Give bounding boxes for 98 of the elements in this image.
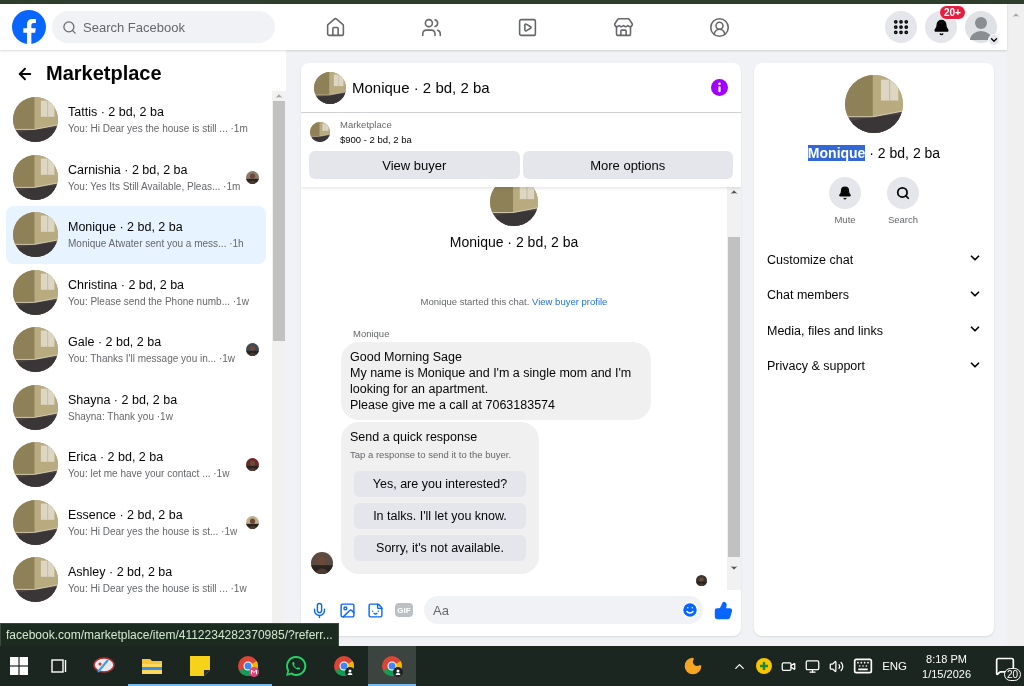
notification-badge: 20+: [939, 5, 966, 20]
plus-circle-icon[interactable]: [756, 658, 773, 674]
conversation-preview: You: Hi Dear yes the house is still ... ·1w: [68, 583, 248, 595]
video-icon: [516, 16, 538, 38]
account-button[interactable]: [965, 11, 997, 43]
conversation-title: Gale · 2 bd, 2 ba: [68, 335, 163, 350]
scrollbar[interactable]: [727, 187, 741, 590]
buyer-profile-link[interactable]: View buyer profile: [532, 296, 608, 307]
accordion-item[interactable]: Media, files and links: [754, 313, 994, 349]
conversation-item[interactable]: Shayna · 2 bd, 2 ba Shayna: Thank you ·1w: [6, 378, 266, 436]
like-icon[interactable]: [714, 600, 733, 620]
message-input[interactable]: Aa: [424, 596, 703, 624]
message-line: looking for an apartment.: [350, 381, 490, 397]
friends-icon: [420, 16, 442, 38]
facebook-logo[interactable]: [12, 10, 46, 44]
page-scrollbar[interactable]: [1007, 4, 1024, 646]
conversation-item[interactable]: Carnishia · 2 bd, 2 ba You: Yes Its Still Available, Pleas... ·1m: [6, 148, 266, 206]
taskbar-clock[interactable]: 8:18 PM 1/15/2026: [922, 652, 971, 680]
chrome-icon: [236, 654, 260, 678]
network-icon[interactable]: [805, 658, 821, 674]
conversation-preview: You: Hi Dear yes the house is st... ·1w: [68, 525, 236, 537]
bell-icon: [932, 18, 950, 36]
caret-icon: [989, 35, 999, 45]
action-button[interactable]: More options: [522, 151, 733, 179]
conversation-preview: Monique Atwater sent you a mess... ·1h: [68, 238, 245, 250]
notification-center-button[interactable]: 20: [986, 646, 1024, 686]
whatsapp-icon: [284, 654, 308, 678]
accordion-item[interactable]: Customize chat: [754, 242, 994, 278]
menu-button[interactable]: [885, 11, 917, 43]
conversation-title: Shayna · 2 bd, 2 ba: [68, 392, 179, 407]
group-icon: [708, 16, 730, 38]
listing-label: Marketplace: [340, 119, 393, 130]
chat-title: Monique · 2 bd, 2 ba: [352, 79, 491, 96]
conversation-item[interactable]: Gale · 2 bd, 2 ba You: Thanks I'll message you in... ·1w: [6, 321, 266, 379]
conversation-preview: You: let me have your contact ... ·1w: [68, 468, 231, 480]
search-button[interactable]: [887, 177, 919, 209]
conversation-preview: You: Thanks I'll message you in... ·1w: [68, 353, 236, 365]
chat-start-note: Monique started this chat. View buyer profile: [419, 296, 609, 307]
conversation-preview: Shayna: Thank you ·1w: [68, 410, 174, 422]
conversation-item[interactable]: Essence · 2 bd, 2 ba You: Hi Dear yes the house is st... ·1w: [6, 493, 266, 551]
conversation-title: Carnishia · 2 bd, 2 ba: [68, 162, 189, 177]
chrome-icon: [332, 654, 356, 678]
sidebar-title: Marketplace: [46, 62, 162, 85]
taskbar-app[interactable]: [368, 646, 416, 686]
grid-icon: [892, 18, 910, 36]
info-icon[interactable]: [711, 79, 728, 96]
conversation-title: Christina · 2 bd, 2 ba: [68, 277, 186, 292]
sticky-note-icon: [188, 654, 212, 678]
link-preview-tooltip: facebook.com/marketplace/item/4112234282370985/?referr...: [0, 623, 339, 646]
accordion-item[interactable]: Privacy & support: [754, 348, 994, 384]
conversation-preview: You: Please send the Phone numb... ·1w: [68, 295, 250, 307]
accordion-item[interactable]: Chat members: [754, 277, 994, 313]
search-icon: [62, 20, 77, 35]
quick-reply-button[interactable]: In talks. I'll let you know.: [354, 503, 526, 529]
quick-reply-button[interactable]: Sorry, it's not available.: [354, 535, 526, 561]
quick-reply-button[interactable]: Yes, are you interested?: [354, 471, 526, 497]
microphone-icon[interactable]: [311, 601, 328, 619]
windows-start-icon[interactable]: [10, 657, 28, 675]
message-line: Good Morning Sage: [350, 349, 463, 365]
mute-button[interactable]: [829, 177, 861, 209]
scroll-down-arrow-icon[interactable]: [729, 563, 739, 573]
quick-response-hint: Tap a response to send it to the buyer.: [350, 448, 513, 462]
scroll-up-arrow-icon[interactable]: [729, 187, 739, 197]
language-indicator[interactable]: ENG: [882, 660, 908, 672]
action-label: Mute: [834, 214, 856, 225]
conversation-item[interactable]: Monique · 2 bd, 2 ba Monique Atwater sent you a mess... ·1h: [6, 206, 266, 264]
notification-count: 20: [1003, 668, 1021, 681]
search-icon: [896, 186, 910, 200]
conversation-item[interactable]: Tattis · 2 bd, 2 ba You: Hi Dear yes the house is still ... ·1m: [6, 91, 266, 149]
contact-name: Monique · 2 bd, 2 ba: [807, 145, 941, 161]
moon-icon[interactable]: [683, 656, 704, 676]
action-label: Search: [887, 214, 919, 225]
conversation-title: Monique · 2 bd, 2 ba: [68, 220, 184, 235]
conversation-item[interactable]: Ashley · 2 bd, 2 ba You: Hi Dear yes the house is still ... ·1w: [6, 551, 266, 609]
conversation-title: Essence · 2 bd, 2 ba: [68, 507, 184, 522]
conversation-item[interactable]: Christina · 2 bd, 2 ba You: Please send the Phone numb... ·1w: [6, 263, 266, 321]
search-field[interactable]: Search Facebook: [52, 11, 275, 43]
chat-intro-title: Monique · 2 bd, 2 ba: [449, 234, 579, 250]
message-line: Please give me a call at 7063183574: [350, 397, 556, 413]
conversation-title: Erica · 2 bd, 2 ba: [68, 450, 165, 465]
sticker-icon[interactable]: [367, 601, 384, 619]
conversation-item[interactable]: Erica · 2 bd, 2 ba You: let me have your contact ... ·1w: [6, 436, 266, 494]
message-line: My name is Monique and I'm a single mom and I'm: [350, 365, 633, 381]
store-icon: [612, 16, 634, 38]
task-view-icon[interactable]: [50, 657, 68, 675]
conversation-title: Ashley · 2 bd, 2 ba: [68, 565, 174, 580]
chrome-icon: [380, 654, 404, 678]
volume-icon[interactable]: [829, 658, 845, 674]
conversation-title: Tattis · 2 bd, 2 ba: [68, 105, 165, 120]
home-icon: [324, 16, 346, 38]
listing-price: $900 - 2 bd, 2 ba: [340, 134, 412, 145]
bell-icon: [838, 186, 852, 200]
keyboard-icon[interactable]: [853, 656, 874, 676]
action-button[interactable]: View buyer: [309, 151, 520, 179]
conversation-preview: You: Hi Dear yes the house is still ... ·1m: [68, 123, 249, 135]
image-icon[interactable]: [339, 601, 356, 619]
quick-response-title: Send a quick response: [350, 429, 479, 445]
sender-name: Monique: [353, 328, 391, 339]
